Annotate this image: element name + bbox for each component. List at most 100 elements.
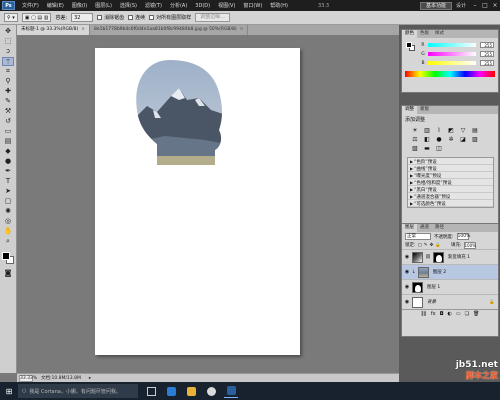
menu-edit[interactable]: 编辑(E) [43,2,68,9]
workspace-design-button[interactable]: 设计 [452,2,470,9]
path-selection-tool-icon[interactable]: ➤ [2,187,14,196]
tab-channels[interactable]: 通道 [417,224,432,232]
menu-analysis[interactable]: 分析(A) [166,2,191,9]
threshold-icon[interactable]: ▧ [410,145,420,152]
healing-brush-tool-icon[interactable]: ✚ [2,87,14,96]
levels-icon[interactable]: ▥ [422,127,432,134]
fill-input[interactable]: 100% [463,241,476,249]
tab-layers[interactable]: 图层 [402,224,417,232]
channel-value[interactable]: 255 [480,42,494,48]
slider-track[interactable] [428,52,476,56]
blur-tool-icon[interactable]: ◆ [2,147,14,156]
gradient-map-icon[interactable]: ▬ [422,145,432,152]
slider-track[interactable] [428,43,476,47]
zoom-level-field[interactable]: 33.33% [19,374,37,382]
layer-row[interactable]: ◉ ⛓ 渐变填充 1 [402,249,498,264]
workspace-essentials-button[interactable]: 基本功能 [419,1,452,10]
hue-saturation-icon[interactable]: ▤ [470,127,480,134]
exposure-icon[interactable]: ◩ [446,127,456,134]
link-layers-icon[interactable]: ⛓ [420,311,426,317]
color-balance-icon[interactable]: ⚖ [410,136,420,143]
slider-g[interactable]: G 255 [418,50,498,58]
quick-mask-icon[interactable]: ◙ [2,269,14,278]
clone-stamp-tool-icon[interactable]: ⚒ [2,107,14,116]
lasso-tool-icon[interactable]: ↄ [2,47,14,56]
tab-masks[interactable]: 蒙版 [417,106,432,114]
new-layer-icon[interactable]: ❏ [465,311,469,317]
menu-help[interactable]: 帮助(H) [266,2,292,9]
expand-arrow-icon[interactable]: ▶ [410,180,413,185]
fx-icon[interactable]: fx [431,311,436,317]
eye-icon[interactable]: ◉ [404,269,410,275]
windows-start-icon[interactable]: ⊞ [0,387,18,396]
channel-value[interactable]: 255 [480,60,494,66]
lock-move-icon[interactable]: ✥ [430,243,434,248]
slider-track[interactable] [428,61,476,65]
document-size[interactable]: 文档:10.8M/13.8M [41,375,81,381]
close-icon[interactable]: × [240,27,244,32]
layer-name[interactable]: 渐变填充 1 [448,254,470,260]
tab-paths[interactable]: 路径 [432,224,447,232]
tab-swatches[interactable]: 色板 [417,30,432,38]
dodge-tool-icon[interactable]: ● [2,157,14,166]
tab-color[interactable]: 颜色 [402,30,417,38]
menu-file[interactable]: 文件(F) [18,2,43,9]
selection-mode-buttons[interactable]: ▣ ▢ ▤ ▥ [21,13,52,22]
color-spectrum-bar[interactable] [405,71,495,77]
panel-color-swatches[interactable] [406,42,416,52]
sample-all-checkbox[interactable]: 对所有图层取样 [149,14,191,21]
new-adjustment-icon[interactable]: ◐ [448,311,452,317]
cortana-search-box[interactable]: ○ 我是 Cortana，小娜。有问题尽管问我。 [18,384,138,398]
preset-curves[interactable]: ▶“曲线”预设 [408,165,493,172]
tab-adjustments[interactable]: 调整 [402,106,417,114]
preset-hue-saturation[interactable]: ▶“色相/饱和度”预设 [408,179,493,186]
preset-levels[interactable]: ▶“色阶”预设 [408,158,493,165]
type-tool-icon[interactable]: T [2,177,14,186]
menu-layer[interactable]: 图层(L) [91,2,116,9]
file-explorer-icon[interactable] [184,384,198,398]
layer-row[interactable]: ◉ 图层 1 [402,279,498,294]
layer-mask-thumbnail[interactable] [432,251,444,263]
preset-channel-mixer[interactable]: ▶“通道混合器”预设 [408,193,493,200]
layer-row[interactable]: ◉ ↓ 图层 2 [402,264,498,279]
expand-arrow-icon[interactable]: ▶ [410,194,413,199]
selective-color-icon[interactable]: ◫ [434,145,444,152]
menu-window[interactable]: 窗口(W) [239,2,266,9]
preset-exposure[interactable]: ▶“曝光度”预设 [408,172,493,179]
add-mask-icon[interactable]: ◘ [440,311,444,317]
status-arrow-icon[interactable]: ▸ [89,376,91,381]
layer-name[interactable]: 背景 [427,299,436,305]
canvas-area[interactable] [17,35,399,373]
expand-arrow-icon[interactable]: ▶ [410,166,413,171]
black-white-icon[interactable]: ◧ [422,136,432,143]
document-canvas[interactable] [95,48,300,355]
menu-view[interactable]: 视图(V) [214,2,239,9]
invert-icon[interactable]: ◪ [458,136,468,143]
opacity-input[interactable]: 100% [456,233,470,240]
expand-arrow-icon[interactable]: ▶ [410,173,413,178]
menu-image[interactable]: 图像(I) [68,2,91,9]
tolerance-input[interactable]: 32 [71,13,94,22]
foreground-color-swatch[interactable] [406,42,412,48]
slider-b[interactable]: B 255 [418,59,498,67]
lock-all-icon[interactable]: 🔒 [435,243,441,248]
menu-filter[interactable]: 滤镜(T) [141,2,166,9]
expand-arrow-icon[interactable]: ▶ [410,187,413,192]
close-icon[interactable]: × [490,2,500,9]
3d-rotate-tool-icon[interactable]: ✺ [2,207,14,216]
move-tool-icon[interactable]: ✥ [2,27,14,36]
layer-name[interactable]: 图层 1 [427,284,440,290]
pen-tool-icon[interactable]: ✒ [2,167,14,176]
history-brush-tool-icon[interactable]: ↺ [2,117,14,126]
close-icon[interactable]: × [81,27,85,32]
blend-mode-select[interactable]: 正常 [405,233,431,240]
antialias-checkbox[interactable]: 消除锯齿 [97,14,124,21]
photo-filter-icon[interactable]: ● [434,136,444,143]
task-view-icon[interactable] [144,384,158,398]
zoom-tool-icon[interactable]: ⌕ [2,237,14,246]
gradient-tool-icon[interactable]: ▤ [2,137,14,146]
preset-selective-color[interactable]: ▶“可选颜色”预设 [408,200,493,207]
refine-edge-button[interactable]: 调整边缘... [195,13,230,22]
marquee-tool-icon[interactable]: ⬚ [2,37,14,46]
preset-black-white[interactable]: ▶“黑白”预设 [408,186,493,193]
